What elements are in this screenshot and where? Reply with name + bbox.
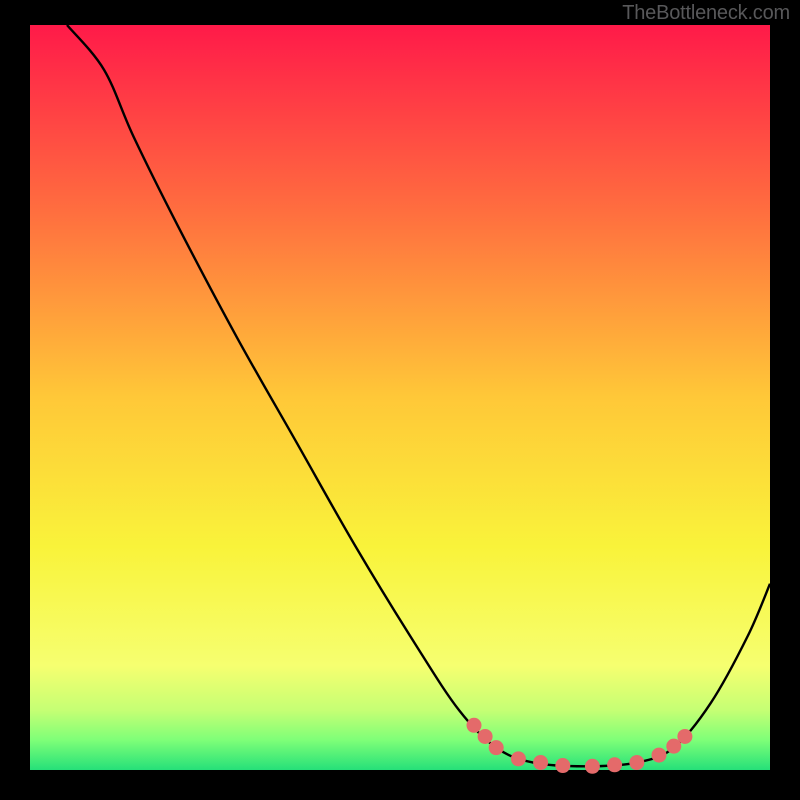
- highlight-point: [478, 729, 493, 744]
- bottleneck-curve-chart: [0, 0, 800, 800]
- highlight-point: [677, 729, 692, 744]
- plot-background: [30, 25, 770, 770]
- highlight-point: [585, 759, 600, 774]
- highlight-point: [652, 748, 667, 763]
- watermark-text: TheBottleneck.com: [622, 2, 790, 25]
- highlight-point: [489, 740, 504, 755]
- highlight-point: [607, 757, 622, 772]
- highlight-point: [629, 755, 644, 770]
- highlight-point: [555, 758, 570, 773]
- chart-container: TheBottleneck.com: [0, 0, 800, 800]
- highlight-point: [467, 718, 482, 733]
- highlight-point: [533, 755, 548, 770]
- highlight-point: [511, 751, 526, 766]
